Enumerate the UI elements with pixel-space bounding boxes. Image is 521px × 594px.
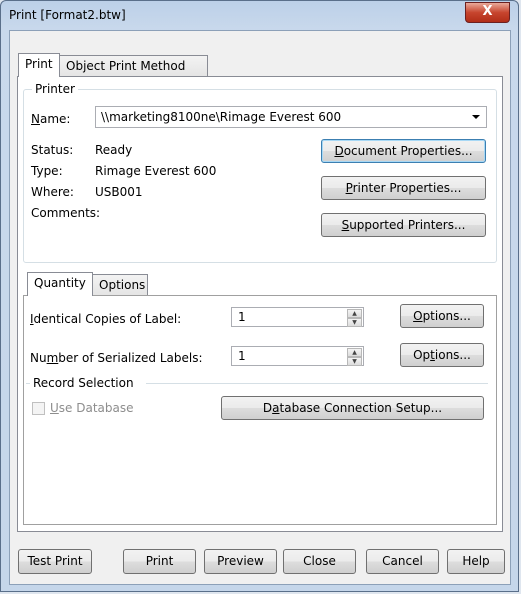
close-button[interactable]: Close xyxy=(283,549,356,574)
tab-options-label: Options xyxy=(99,278,146,292)
serialized-labels-label: Number of Serialized Labels: xyxy=(30,351,203,365)
cancel-button[interactable]: Cancel xyxy=(366,549,439,574)
chevron-down-icon xyxy=(472,115,480,119)
preview-button[interactable]: Preview xyxy=(204,549,277,574)
tab-quantity-label: Quantity xyxy=(34,276,86,290)
spin-down-icon[interactable]: ▼ xyxy=(347,357,362,366)
identical-copies-label: Identical Copies of Label: xyxy=(30,312,182,326)
type-label: Type: xyxy=(31,164,63,178)
identical-copies-stepper[interactable]: 1 ▲ ▼ xyxy=(231,307,364,327)
tab-print-label: Print xyxy=(25,57,53,71)
printer-group: Printer Name: \\marketing8100ne\Rimage E… xyxy=(23,82,497,263)
printer-name-label: Name: xyxy=(31,112,71,126)
window-close-button[interactable]: X xyxy=(465,2,510,23)
quantity-tab-panel: Identical Copies of Label: 1 ▲ ▼ Options… xyxy=(23,295,497,525)
close-icon: X xyxy=(482,4,493,19)
spin-up-icon[interactable]: ▲ xyxy=(347,348,362,357)
dialog-client-area: Print Object Print Method Printer Name: … xyxy=(9,30,511,585)
where-label: Where: xyxy=(31,185,74,199)
spin-down-icon[interactable]: ▼ xyxy=(347,318,362,327)
record-selection-separator-left xyxy=(26,383,30,384)
record-selection-title: Record Selection xyxy=(33,376,134,390)
record-selection-separator xyxy=(146,383,488,384)
status-label: Status: xyxy=(31,143,74,157)
identical-copies-value: 1 xyxy=(238,310,246,324)
title-bar[interactable]: Print [Format2.btw] X xyxy=(1,1,518,31)
comments-label: Comments: xyxy=(31,206,101,220)
serialized-labels-stepper[interactable]: 1 ▲ ▼ xyxy=(231,346,364,366)
use-database-checkbox[interactable] xyxy=(32,402,45,415)
where-value: USB001 xyxy=(95,185,143,199)
tab-object-print-method-label: Object Print Method xyxy=(66,59,186,73)
printer-name-value: \\marketing8100ne\Rimage Everest 600 xyxy=(101,110,342,124)
serialized-labels-spin-buttons: ▲ ▼ xyxy=(347,348,362,366)
status-value: Ready xyxy=(95,143,133,157)
print-tab-panel: Printer Name: \\marketing8100ne\Rimage E… xyxy=(17,76,503,532)
identical-copies-spin-buttons: ▲ ▼ xyxy=(347,309,362,327)
tab-options[interactable]: Options xyxy=(92,274,148,296)
use-database-label: Use Database xyxy=(50,401,134,415)
printer-properties-button[interactable]: Printer Properties... xyxy=(321,176,486,200)
supported-printers-button[interactable]: Supported Printers... xyxy=(321,213,486,237)
serialized-labels-value: 1 xyxy=(238,349,246,363)
tab-quantity[interactable]: Quantity xyxy=(27,272,93,296)
printer-name-select[interactable]: \\marketing8100ne\Rimage Everest 600 xyxy=(95,106,487,128)
printer-group-title: Printer xyxy=(32,82,78,96)
type-value: Rimage Everest 600 xyxy=(95,164,217,178)
serialized-labels-options-button[interactable]: Options... xyxy=(400,343,484,367)
tab-print[interactable]: Print xyxy=(18,53,60,77)
test-print-button[interactable]: Test Print xyxy=(18,549,92,574)
print-button[interactable]: Print xyxy=(123,549,196,574)
window-title: Print [Format2.btw] xyxy=(9,8,126,22)
identical-copies-options-button[interactable]: Options... xyxy=(400,304,484,328)
document-properties-button[interactable]: Document Properties... xyxy=(321,139,486,163)
tab-object-print-method[interactable]: Object Print Method xyxy=(59,55,208,77)
help-button[interactable]: Help xyxy=(447,549,505,574)
spin-up-icon[interactable]: ▲ xyxy=(347,309,362,318)
print-dialog-window: Print [Format2.btw] X Print Object Print… xyxy=(0,0,519,592)
database-connection-setup-button[interactable]: Database Connection Setup... xyxy=(221,396,484,420)
